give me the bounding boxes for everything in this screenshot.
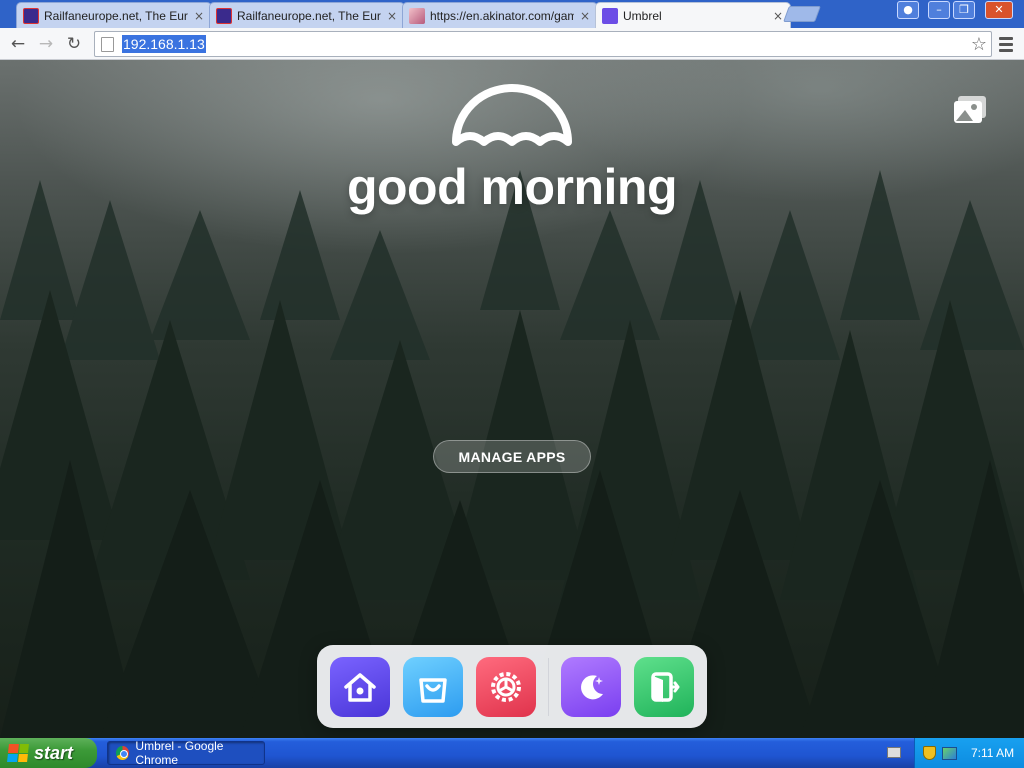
- umbrel-dashboard: good morning MANAGE APPS: [0, 60, 1024, 738]
- akinator-favicon: [409, 7, 425, 24]
- clock[interactable]: 7:11 AM: [971, 746, 1014, 760]
- start-button[interactable]: start: [0, 738, 97, 768]
- dock-logout-button[interactable]: [634, 656, 694, 717]
- page-icon: [101, 36, 114, 52]
- reload-icon[interactable]: ↻: [60, 34, 88, 54]
- dock-sleep-button[interactable]: [561, 656, 621, 717]
- railfaneurope-favicon: [216, 7, 232, 24]
- chrome-menu-icon[interactable]: [996, 33, 1016, 55]
- tab-close-icon[interactable]: ×: [579, 9, 591, 23]
- tab-title: Umbrel: [623, 8, 662, 23]
- windows-taskbar: start Umbrel - Google Chrome 7:11 AM: [0, 738, 1024, 768]
- maximize-button[interactable]: ❐: [953, 1, 975, 19]
- dock-settings-button[interactable]: [476, 656, 536, 717]
- tab-title: https://en.akinator.com/gam: [430, 8, 574, 23]
- railfaneurope-favicon: [23, 7, 39, 24]
- shopping-bag-icon: [419, 677, 447, 703]
- address-text[interactable]: 192.168.1.13: [122, 35, 206, 53]
- network-icon[interactable]: [942, 746, 957, 760]
- windows-logo-icon: [7, 744, 29, 762]
- settings-wheel-icon: [491, 671, 521, 702]
- tab-title: Railfaneurope.net, The Euro: [44, 8, 188, 23]
- taskbar-window-title: Umbrel - Google Chrome: [135, 739, 224, 767]
- umbrel-favicon: [602, 7, 618, 24]
- wallpaper-picker-icon[interactable]: [952, 94, 988, 126]
- tab-strip: Railfaneurope.net, The Euro × Railfaneur…: [0, 0, 1024, 28]
- tab-close-icon[interactable]: ×: [193, 9, 205, 23]
- system-tray: 7:11 AM: [914, 738, 1024, 768]
- exit-door-icon: [651, 671, 680, 702]
- tab-close-icon[interactable]: ×: [772, 9, 784, 23]
- dock-divider: [548, 657, 549, 716]
- dock-home-button[interactable]: [330, 656, 390, 717]
- tab-close-icon[interactable]: ×: [386, 9, 398, 23]
- start-label: start: [34, 742, 74, 763]
- home-icon: [344, 672, 376, 702]
- minimize-button[interactable]: –: [928, 1, 950, 19]
- moon-icon: [581, 674, 603, 699]
- user-icon[interactable]: ●: [897, 1, 919, 19]
- umbrel-logo-icon: [452, 84, 572, 146]
- address-bar[interactable]: 192.168.1.13 ☆: [94, 31, 992, 57]
- keyboard-language-icon[interactable]: [887, 747, 901, 758]
- dock-app-store-button[interactable]: [403, 656, 463, 717]
- tab-umbrel[interactable]: Umbrel ×: [595, 2, 791, 28]
- forward-arrow-icon[interactable]: →: [32, 34, 60, 54]
- tab-railfaneurope-2[interactable]: Railfaneurope.net, The Euro ×: [209, 2, 405, 28]
- manage-apps-button[interactable]: MANAGE APPS: [433, 440, 591, 473]
- page-greeting: good morning: [346, 159, 678, 215]
- tab-akinator[interactable]: https://en.akinator.com/gam ×: [402, 2, 598, 28]
- new-tab-button[interactable]: [783, 6, 821, 22]
- back-arrow-icon[interactable]: ←: [4, 34, 32, 54]
- security-shield-icon[interactable]: [923, 746, 936, 760]
- close-window-button[interactable]: ✕: [985, 1, 1013, 19]
- taskbar-chrome-window[interactable]: Umbrel - Google Chrome: [107, 739, 265, 767]
- tab-railfaneurope-1[interactable]: Railfaneurope.net, The Euro ×: [16, 2, 212, 28]
- chrome-icon: [116, 746, 130, 760]
- tab-title: Railfaneurope.net, The Euro: [237, 8, 381, 23]
- browser-toolbar: ← → ↻ 192.168.1.13 ☆: [0, 28, 1024, 60]
- bookmark-star-icon[interactable]: ☆: [971, 34, 987, 55]
- dock: [317, 645, 707, 728]
